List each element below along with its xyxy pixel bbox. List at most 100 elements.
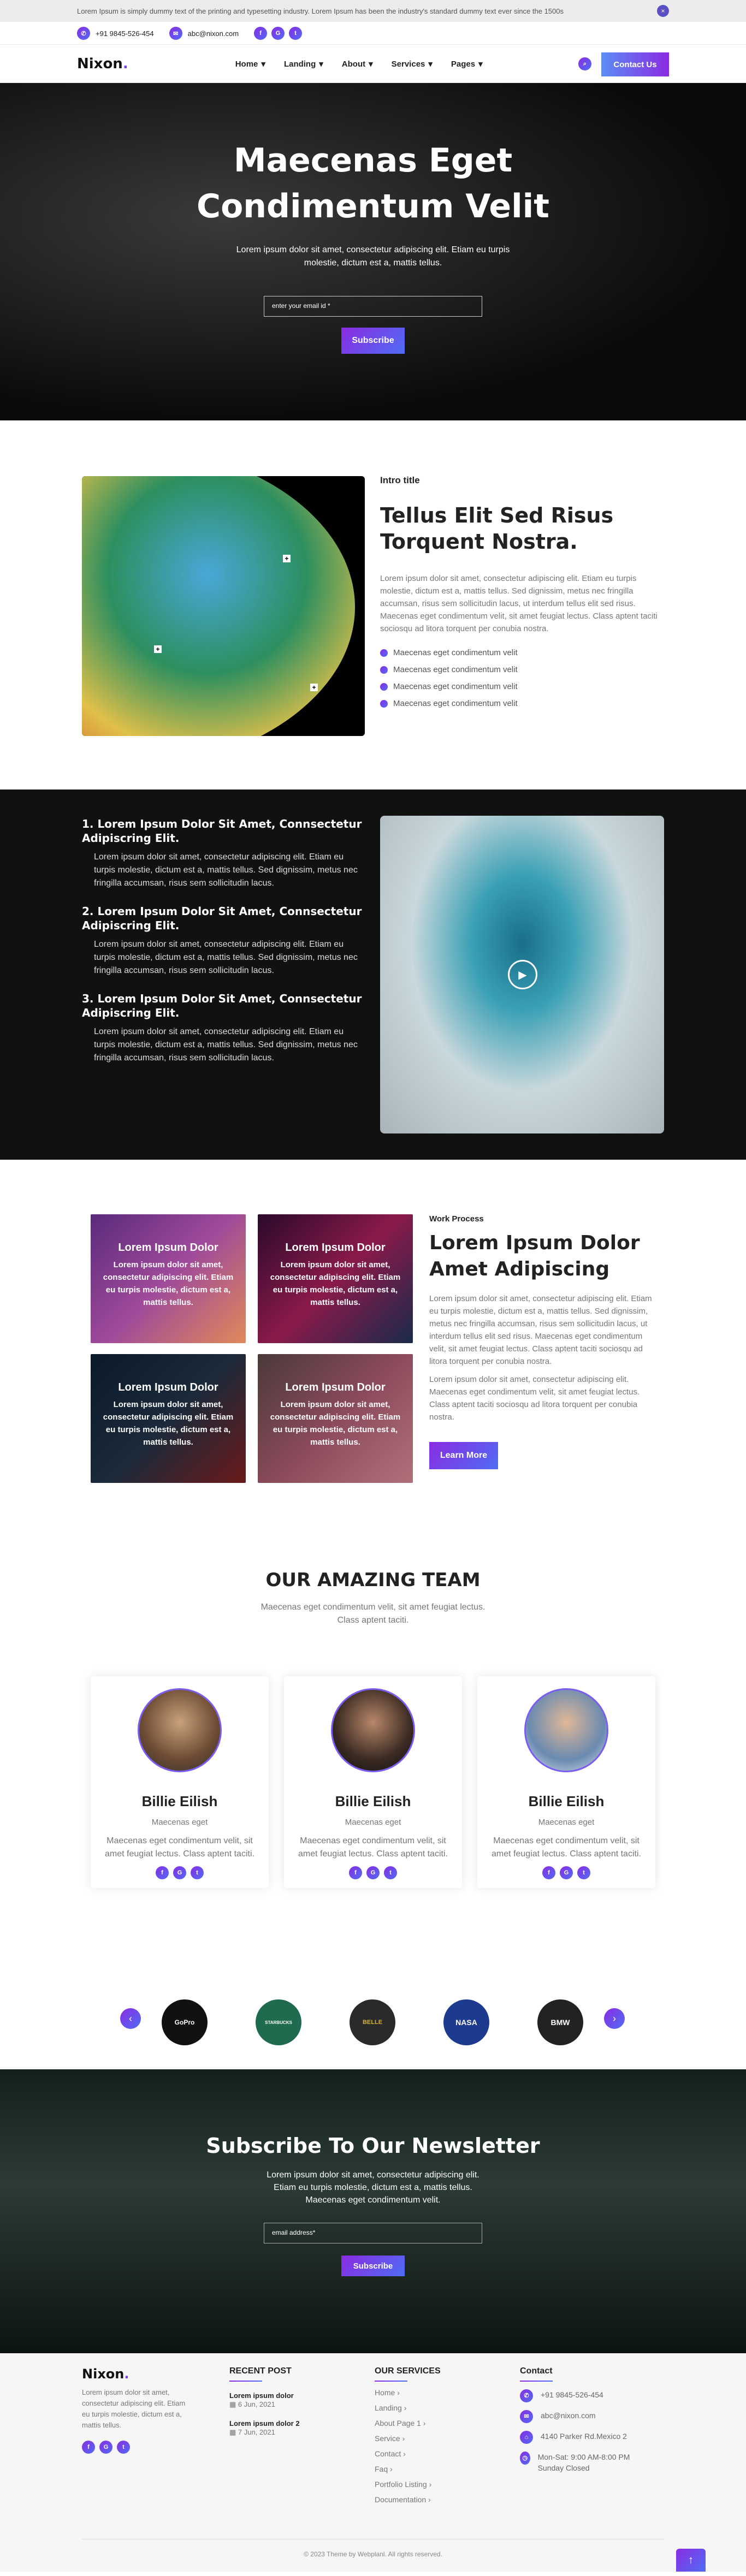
work-process-section: Lorem Ipsum Dolor Lorem ipsum dolor sit a… (0, 1160, 746, 1563)
nav-item-about[interactable]: About ▾ (342, 59, 373, 69)
hotspot-plus-icon[interactable]: + (283, 555, 291, 562)
nav-menu: Home ▾ Landing ▾ About ▾ Services ▾ Pages ▾ (235, 59, 483, 69)
google-icon[interactable]: G (271, 27, 285, 40)
team-card: Billie Eilish Maecenas eget Maecenas ege… (477, 1676, 655, 1888)
nav-item-services[interactable]: Services ▾ (392, 59, 433, 69)
brand-logo-gopro: GoPro (162, 1999, 208, 2045)
list-item: Maecenas eget condimentum velit (380, 682, 664, 691)
twitter-icon[interactable]: t (191, 1866, 204, 1879)
list-item: Maecenas eget condimentum velit (380, 648, 664, 657)
video-thumbnail[interactable]: ▶ (380, 816, 664, 1133)
hero-subscribe-button[interactable]: Subscribe (341, 328, 405, 354)
facebook-icon[interactable]: f (542, 1866, 555, 1879)
search-icon[interactable]: ⌕ (578, 57, 591, 70)
top-email[interactable]: abc@nixon.com (188, 29, 239, 38)
footer-link-faq[interactable]: Faq › (375, 2465, 484, 2473)
footer-email[interactable]: abc@nixon.com (541, 2410, 596, 2421)
hero-text: Lorem ipsum dolor sit amet, consectetur … (236, 245, 510, 268)
brand-logo-nasa: NASA (443, 1999, 489, 2045)
footer-about: Lorem ipsum dolor sit amet, consectetur … (82, 2388, 186, 2429)
recent-post[interactable]: Lorem ipsum dolor ▦ 6 Jun, 2021 (229, 2391, 339, 2409)
newsletter-title: Subscribe To Our Newsletter (206, 2134, 540, 2158)
brand-carousel: ‹ GoPro STARBUCKS BELLE NASA BMW › (0, 1966, 746, 2069)
chevron-down-icon: ▾ (478, 60, 483, 69)
newsletter-email-input[interactable]: email address* (264, 2223, 482, 2243)
work-text-1: Lorem ipsum dolor sit amet, consectetur … (429, 1294, 652, 1366)
calendar-icon: ▦ (229, 2428, 238, 2436)
twitter-icon[interactable]: t (384, 1866, 397, 1879)
play-icon[interactable]: ▶ (508, 960, 537, 989)
calendar-icon: ▦ (229, 2400, 238, 2408)
top-phone[interactable]: +91 9845-526-454 (96, 29, 154, 38)
hotspot-plus-icon[interactable]: + (310, 684, 318, 691)
email-icon: ✉ (169, 27, 182, 40)
twitter-icon[interactable]: t (289, 27, 303, 40)
chevron-down-icon: ▾ (319, 60, 323, 69)
footer-logo[interactable]: Nixon. (82, 2366, 191, 2382)
carousel-next-button[interactable]: › (604, 2008, 625, 2029)
footer-link-service[interactable]: Service › (375, 2434, 484, 2443)
facebook-icon[interactable]: f (349, 1866, 362, 1879)
chevron-down-icon: ▾ (428, 60, 433, 69)
intro-title: Tellus Elit Sed Risus Torquent Nostra. (380, 503, 614, 554)
footer: Nixon. Lorem ipsum dolor sit amet, conse… (0, 2353, 746, 2572)
contact-us-button[interactable]: Contact Us (601, 52, 669, 76)
bullet-icon (380, 682, 388, 691)
intro-list: Maecenas eget condimentum velit Maecenas… (380, 648, 664, 708)
newsletter-text: Lorem ipsum dolor sit amet, consectetur … (267, 2170, 479, 2205)
bullet-icon (380, 699, 388, 708)
brand-logo-starbucks: STARBUCKS (256, 1999, 301, 2045)
facebook-icon[interactable]: f (82, 2441, 95, 2454)
process-card: Lorem Ipsum Dolor Lorem ipsum dolor sit a… (258, 1214, 413, 1343)
hero-email-input[interactable]: enter your email id * (264, 296, 482, 317)
facebook-icon[interactable]: f (156, 1866, 169, 1879)
logo[interactable]: Nixon. (77, 56, 128, 72)
twitter-icon[interactable]: t (117, 2441, 130, 2454)
recent-post-title: RECENT POST (229, 2366, 339, 2382)
scroll-to-top-button[interactable]: ↑ (676, 2549, 706, 2572)
hero-title: Maecenas Eget Condimentum Velit (197, 141, 549, 225)
close-icon[interactable]: × (657, 5, 669, 17)
process-card: Lorem Ipsum Dolor Lorem ipsum dolor sit a… (91, 1354, 246, 1483)
brand-logo-bmw: BMW (537, 1999, 583, 2045)
footer-link-contact[interactable]: Contact › (375, 2449, 484, 2458)
nav-item-home[interactable]: Home ▾ (235, 59, 265, 69)
footer-phone[interactable]: +91 9845-526-454 (541, 2389, 603, 2400)
footer-link-landing[interactable]: Landing › (375, 2403, 484, 2412)
newsletter-subscribe-button[interactable]: Subscribe (341, 2256, 405, 2276)
google-icon[interactable]: G (99, 2441, 113, 2454)
process-card: Lorem Ipsum Dolor Lorem ipsum dolor sit a… (91, 1214, 246, 1343)
carousel-prev-button[interactable]: ‹ (120, 2008, 141, 2029)
work-title: Lorem Ipsum Dolor Amet Adipiscing (429, 1232, 640, 1280)
feature-item: 2. Lorem Ipsum Dolor Sit Amet, Connsecte… (82, 905, 362, 975)
footer-link-documentation[interactable]: Documentation › (375, 2495, 484, 2504)
nav-item-pages[interactable]: Pages ▾ (451, 59, 483, 69)
clock-icon: ◷ (520, 2452, 530, 2465)
copyright: © 2023 Theme by Webplanl. All rights res… (82, 2539, 664, 2558)
twitter-icon[interactable]: t (577, 1866, 590, 1879)
recent-post[interactable]: Lorem ipsum dolor 2 ▦ 7 Jun, 2021 (229, 2419, 339, 2437)
hotspot-plus-icon[interactable]: + (154, 645, 162, 653)
google-icon[interactable]: G (173, 1866, 186, 1879)
avatar (524, 1688, 608, 1772)
feature-item: 1. Lorem Ipsum Dolor Sit Amet, Connsecte… (82, 817, 362, 888)
footer-link-about[interactable]: About Page 1 › (375, 2419, 484, 2427)
footer-link-portfolio[interactable]: Portfolio Listing › (375, 2480, 484, 2489)
learn-more-button[interactable]: Learn More (429, 1442, 498, 1469)
list-item: Maecenas eget condimentum velit (380, 665, 664, 674)
footer-link-home[interactable]: Home › (375, 2388, 484, 2397)
avatar (138, 1688, 222, 1772)
team-section: OUR AMAZING TEAM Maecenas eget condiment… (0, 1563, 746, 1966)
bullet-icon (380, 666, 388, 674)
bullet-icon (380, 649, 388, 657)
nav-item-landing[interactable]: Landing ▾ (284, 59, 323, 69)
list-item: Maecenas eget condimentum velit (380, 699, 664, 708)
footer-address: 4140 Parker Rd.Mexico 2 (541, 2432, 627, 2441)
chevron-down-icon: ▾ (261, 60, 265, 69)
email-icon: ✉ (520, 2410, 533, 2423)
google-icon[interactable]: G (366, 1866, 380, 1879)
services-title: OUR SERVICES (375, 2366, 484, 2382)
facebook-icon[interactable]: f (254, 27, 268, 40)
google-icon[interactable]: G (560, 1866, 573, 1879)
intro-section: + + + Intro title Tellus Elit Sed Risus … (0, 420, 746, 790)
